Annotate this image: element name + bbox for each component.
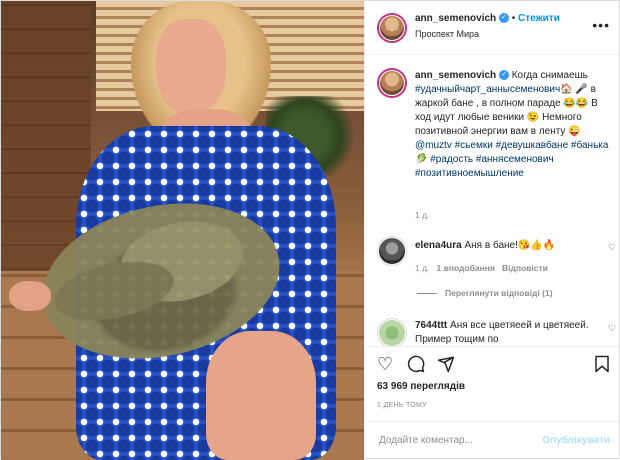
post-photo[interactable]: [1, 1, 364, 460]
reply-button[interactable]: Відповісти: [502, 263, 548, 273]
verified-badge-icon: ✓: [498, 13, 509, 24]
hashtag-link[interactable]: #сьемки: [455, 140, 493, 151]
comments-list: ann_semenovich ✓ Когда снимаешь #удачный…: [365, 56, 620, 346]
wink-emoji: 😉: [526, 112, 540, 123]
hashtag-link[interactable]: #радость: [430, 154, 473, 165]
comment-input[interactable]: Додайте коментар...: [379, 435, 473, 446]
comment-like-icon[interactable]: ♡: [608, 323, 616, 334]
action-bar: ♡: [365, 346, 620, 380]
hashtag-link[interactable]: #удачныйчарт_аннысеменович: [415, 84, 560, 95]
microphone-emoji: 🎤: [575, 84, 588, 95]
house-emoji: 🏠: [560, 84, 573, 95]
woman-hand: [9, 281, 51, 311]
commenter-avatar[interactable]: [377, 318, 407, 346]
location-link[interactable]: Проспект Мира: [415, 29, 479, 39]
commenter-username[interactable]: 7644ttt: [415, 320, 447, 331]
woman-leg: [206, 331, 316, 460]
comment-likes[interactable]: 1 вподобання: [437, 263, 495, 273]
author-avatar[interactable]: [377, 13, 407, 43]
mention-link[interactable]: @muztv: [415, 140, 452, 151]
follow-button[interactable]: Стежити: [518, 13, 560, 24]
instagram-post: ann_semenovich ✓ • Стежити Проспект Мира…: [0, 0, 620, 460]
laughing-emoji: 😂😂: [563, 98, 589, 109]
comment-age[interactable]: 1 д.: [415, 263, 429, 273]
post-timestamp[interactable]: 1 ДЕНЬ ТОМУ: [377, 402, 427, 409]
commenter-username[interactable]: elena4ura: [415, 240, 462, 251]
post-header: ann_semenovich ✓ • Стежити Проспект Мира…: [365, 1, 620, 55]
author-username[interactable]: ann_semenovich: [415, 13, 496, 24]
caption-age[interactable]: 1 д.: [415, 210, 429, 220]
view-replies-button[interactable]: Переглянути відповіді (1): [417, 288, 553, 298]
caption-username[interactable]: ann_semenovich: [415, 70, 496, 81]
hashtag-link[interactable]: #банька: [571, 140, 609, 151]
more-options-icon[interactable]: •••: [592, 17, 610, 33]
share-icon[interactable]: [437, 355, 455, 376]
comment-meta: 1 д. 1 вподобання Відповісти: [415, 263, 548, 273]
verified-badge-icon: ✓: [498, 70, 509, 81]
heart-icon[interactable]: ♡: [377, 355, 393, 373]
woman-face: [156, 19, 226, 114]
tongue-emoji: 😜: [568, 126, 581, 137]
hashtag-link[interactable]: #аннясеменович: [476, 154, 554, 165]
comment-like-icon[interactable]: ♡: [608, 242, 616, 253]
post-side-panel: ann_semenovich ✓ • Стежити Проспект Мира…: [364, 1, 620, 460]
bookmark-icon[interactable]: [594, 355, 610, 376]
caption-avatar[interactable]: [377, 68, 407, 98]
add-comment-bar: Додайте коментар... Опублікувати: [365, 421, 620, 460]
comment-text: elena4ura Аня в бане!😘👍🔥: [415, 240, 556, 251]
caption-text: ann_semenovich ✓ Когда снимаешь #удачный…: [415, 70, 609, 179]
hashtag-link[interactable]: #позитивноемышление: [415, 168, 524, 179]
commenter-avatar[interactable]: [377, 236, 407, 266]
comment-icon[interactable]: [407, 355, 425, 376]
post-comment-button[interactable]: Опублікувати: [542, 435, 610, 446]
view-count[interactable]: 63 969 переглядів: [377, 381, 465, 392]
comment-text: 7644ttt Аня все цветяеей и цветяеей. При…: [415, 320, 589, 345]
leaf-emoji: 🥬: [415, 154, 428, 165]
hashtag-link[interactable]: #девушкавбане: [496, 140, 569, 151]
